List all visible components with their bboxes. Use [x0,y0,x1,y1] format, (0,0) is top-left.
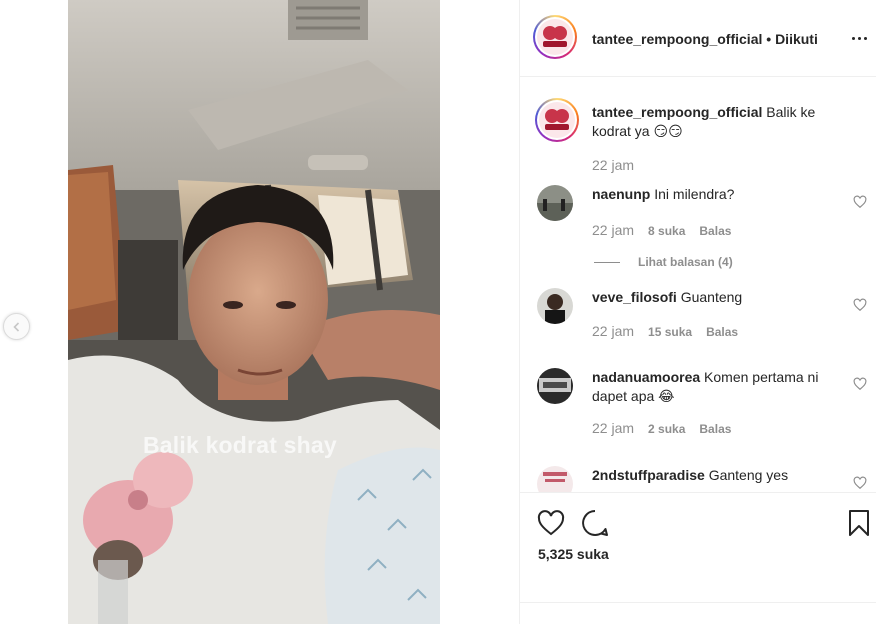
comment-text: nadanuamoorea Komen pertama ni dapet apa… [592,368,832,406]
likes-count[interactable]: 5,325 suka [538,546,609,562]
comment-avatar[interactable] [537,288,573,324]
reply-button[interactable]: Balas [699,422,731,436]
video-overlay-text: Balik kodrat shay [143,432,337,458]
post-header: tantee_rempoong_official • Diikuti [520,0,876,77]
comment-item: nadanuamoorea Komen pertama ni dapet apa… [537,368,867,438]
comment-time[interactable]: 22 jam [592,222,634,238]
view-replies-label[interactable]: Lihat balasan (4) [638,255,733,269]
heart-icon[interactable] [536,508,566,538]
comment-item: 2ndstuffparadise Ganteng yes [537,466,867,492]
comment-username[interactable]: nadanuamoorea [592,369,700,385]
comment-like-icon[interactable] [853,298,867,312]
comment-text: 2ndstuffparadise Ganteng yes [592,466,832,485]
caption-text: tantee_rempoong_official Balik ke kodrat… [592,103,842,141]
comment-username[interactable]: naenunp [592,186,650,202]
comment-likes[interactable]: 8 suka [648,224,685,238]
media-area: Balik kodrat shay [0,0,519,624]
comment-like-icon[interactable] [853,476,867,490]
video-frame [68,0,440,624]
add-comment-bar[interactable] [520,602,876,624]
chevron-left-icon [12,321,19,332]
header-author: tantee_rempoong_official • Diikuti [592,31,818,47]
comment-body: Ini milendra? [654,186,735,202]
previous-button[interactable] [3,313,30,340]
caption-time[interactable]: 22 jam [592,157,634,173]
reply-button[interactable]: Balas [699,224,731,238]
comment-text: naenunp Ini milendra? [592,185,832,204]
comment-username[interactable]: 2ndstuffparadise [592,467,705,483]
comment-username[interactable]: veve_filosofi [592,289,677,305]
post-actions: 5,325 suka [520,492,876,602]
comment-item: naenunp Ini milendra? 22 jam 8 suka Bala… [537,185,867,269]
comment-text: veve_filosofi Guanteng [592,288,832,307]
replies-divider [594,261,620,263]
comment-meta: 22 jam 15 suka Balas [592,323,738,339]
comment-likes[interactable]: 2 suka [648,422,685,436]
caption-avatar-image [539,102,575,138]
reply-button[interactable]: Balas [706,325,738,339]
comment-likes[interactable]: 15 suka [648,325,692,339]
author-avatar-image [537,19,573,55]
follow-status[interactable]: Diikuti [775,31,818,47]
comment-time[interactable]: 22 jam [592,323,634,339]
comment-icon[interactable] [580,508,610,538]
comment-body: Guanteng [680,289,743,305]
comment-meta: 22 jam 2 suka Balas [592,420,731,436]
post-video[interactable]: Balik kodrat shay [68,0,440,624]
bookmark-icon[interactable] [844,508,874,538]
comment-avatar[interactable] [537,466,573,492]
comment-avatar[interactable] [537,185,573,221]
comment-meta: 22 jam 8 suka Balas [592,222,731,238]
comment-like-icon[interactable] [853,377,867,391]
more-horizontal-icon [851,36,855,40]
comment-time[interactable]: 22 jam [592,420,634,436]
comment-like-icon[interactable] [853,195,867,209]
header-username[interactable]: tantee_rempoong_official [592,31,762,47]
comments-list[interactable]: tantee_rempoong_official Balik ke kodrat… [520,78,876,492]
view-replies[interactable]: Lihat balasan (4) [594,255,733,269]
post-panel: tantee_rempoong_official • Diikuti tante… [519,0,876,624]
caption-username[interactable]: tantee_rempoong_official [592,104,762,120]
author-avatar[interactable] [533,15,577,59]
comment-avatar[interactable] [537,368,573,404]
comment-item: veve_filosofi Guanteng 22 jam 15 suka Ba… [537,288,867,348]
comment-body: Ganteng yes [708,467,789,483]
more-options-button[interactable] [849,28,869,48]
caption-avatar[interactable] [535,98,579,142]
header-separator: • [766,31,776,47]
